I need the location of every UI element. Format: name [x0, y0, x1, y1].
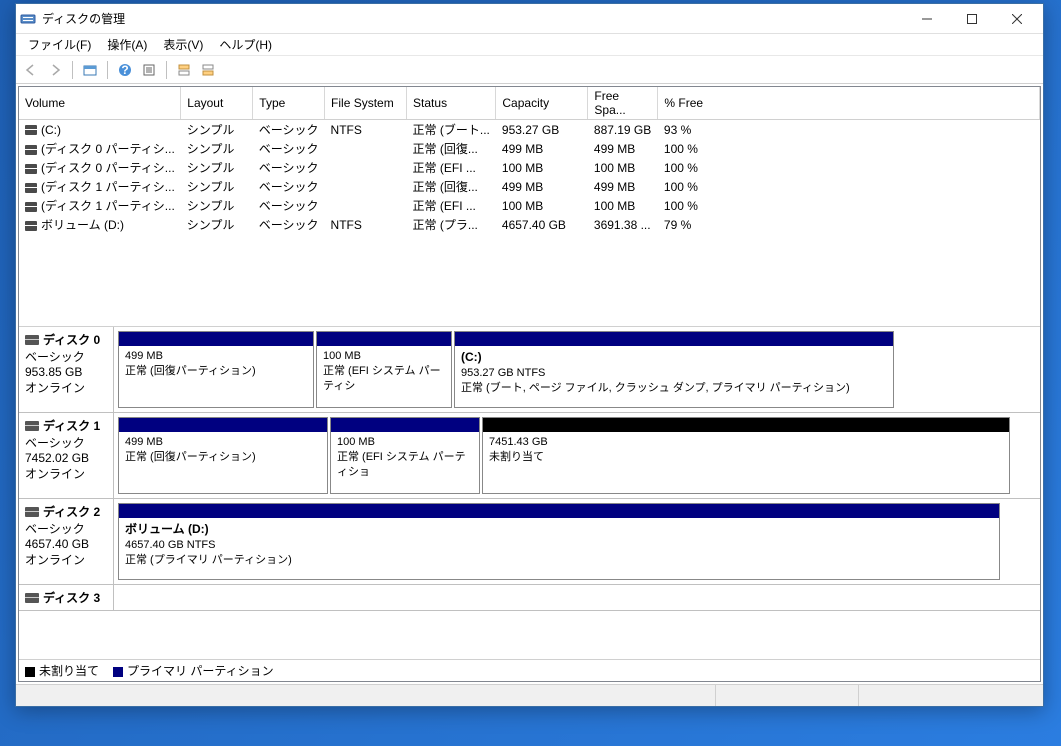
partitions	[114, 585, 1040, 610]
volume-row[interactable]: (ディスク 1 パーティシ...シンプルベーシック正常 (EFI ...100 …	[19, 196, 1040, 215]
volume-row[interactable]: (C:)シンプルベーシックNTFS正常 (ブート...953.27 GB887.…	[19, 120, 1040, 140]
status-cell-2	[719, 685, 859, 706]
settings-button[interactable]	[138, 59, 160, 81]
col-status[interactable]: Status	[407, 87, 496, 120]
partition-body: 100 MB正常 (EFI システム パーティショ	[331, 432, 479, 493]
disk-icon	[25, 335, 39, 345]
menu-view[interactable]: 表示(V)	[155, 34, 211, 55]
partition[interactable]: 499 MB正常 (回復パーティション)	[118, 331, 314, 408]
partition-body: ボリューム (D:)4657.40 GB NTFS正常 (プライマリ パーティシ…	[119, 518, 999, 579]
partition-body: 100 MB正常 (EFI システム パーティシ	[317, 346, 451, 407]
col-type[interactable]: Type	[253, 87, 325, 120]
menu-file[interactable]: ファイル(F)	[20, 34, 99, 55]
view-top-button[interactable]	[173, 59, 195, 81]
disk-row: ディスク 3	[19, 585, 1040, 611]
col-volume[interactable]: Volume	[19, 87, 181, 120]
primary-bar	[119, 332, 313, 346]
legend-primary: プライマリ パーティション	[113, 662, 274, 679]
primary-bar	[119, 504, 999, 518]
unallocated-bar	[483, 418, 1009, 432]
svg-text:?: ?	[121, 63, 128, 77]
volume-table: Volume Layout Type File System Status Ca…	[19, 87, 1040, 234]
help-button[interactable]: ?	[114, 59, 136, 81]
toolbar-separator	[107, 61, 108, 79]
status-cell-1	[16, 685, 716, 706]
minimize-button[interactable]	[904, 5, 949, 33]
toolbar-separator	[72, 61, 73, 79]
volume-row[interactable]: (ディスク 1 パーティシ...シンプルベーシック正常 (回復...499 MB…	[19, 177, 1040, 196]
forward-button	[44, 59, 66, 81]
partition-body: 7451.43 GB未割り当て	[483, 432, 1009, 493]
disk-icon	[25, 421, 39, 431]
content-area: Volume Layout Type File System Status Ca…	[18, 86, 1041, 682]
unallocated-swatch	[25, 667, 35, 677]
window-title: ディスクの管理	[42, 10, 904, 27]
volume-list[interactable]: Volume Layout Type File System Status Ca…	[19, 87, 1040, 327]
col-filesystem[interactable]: File System	[325, 87, 407, 120]
legend: 未割り当て プライマリ パーティション	[19, 659, 1040, 681]
disk-row: ディスク 2ベーシック4657.40 GBオンラインボリューム (D:)4657…	[19, 499, 1040, 585]
window-controls	[904, 5, 1039, 33]
partition[interactable]: (C:)953.27 GB NTFS正常 (ブート, ページ ファイル, クラッ…	[454, 331, 894, 408]
volume-icon	[25, 164, 37, 174]
titlebar[interactable]: ディスクの管理	[16, 4, 1043, 34]
volume-icon	[25, 221, 37, 231]
disk-icon	[25, 507, 39, 517]
view-bottom-button[interactable]	[197, 59, 219, 81]
volume-icon	[25, 202, 37, 212]
volume-row[interactable]: (ディスク 0 パーティシ...シンプルベーシック正常 (回復...499 MB…	[19, 139, 1040, 158]
disk-row: ディスク 0ベーシック953.85 GBオンライン499 MB正常 (回復パーテ…	[19, 327, 1040, 413]
volume-icon	[25, 125, 37, 135]
volume-icon	[25, 183, 37, 193]
disk-info[interactable]: ディスク 1ベーシック7452.02 GBオンライン	[19, 413, 114, 498]
primary-swatch	[113, 667, 123, 677]
volume-icon	[25, 145, 37, 155]
primary-bar	[119, 418, 327, 432]
disk-info[interactable]: ディスク 2ベーシック4657.40 GBオンライン	[19, 499, 114, 584]
disk-row: ディスク 1ベーシック7452.02 GBオンライン499 MB正常 (回復パー…	[19, 413, 1040, 499]
disk-graphical-view[interactable]: ディスク 0ベーシック953.85 GBオンライン499 MB正常 (回復パーテ…	[19, 327, 1040, 659]
legend-unallocated: 未割り当て	[25, 662, 99, 679]
col-layout[interactable]: Layout	[181, 87, 253, 120]
disk-management-window: ディスクの管理 ファイル(F) 操作(A) 表示(V) ヘルプ(H) ? V	[15, 3, 1044, 707]
col-freespace[interactable]: Free Spa...	[588, 87, 658, 120]
partition[interactable]: 499 MB正常 (回復パーティション)	[118, 417, 328, 494]
primary-bar	[317, 332, 451, 346]
partition[interactable]: 100 MB正常 (EFI システム パーティシ	[316, 331, 452, 408]
toolbar-separator	[166, 61, 167, 79]
disk-info[interactable]: ディスク 0ベーシック953.85 GBオンライン	[19, 327, 114, 412]
close-button[interactable]	[994, 5, 1039, 33]
partitions: 499 MB正常 (回復パーティション)100 MB正常 (EFI システム パ…	[114, 327, 1040, 412]
volume-row[interactable]: ボリューム (D:)シンプルベーシックNTFS正常 (プラ...4657.40 …	[19, 215, 1040, 234]
menu-help[interactable]: ヘルプ(H)	[211, 34, 280, 55]
disk-icon	[25, 593, 39, 603]
partition[interactable]: 7451.43 GB未割り当て	[482, 417, 1010, 494]
statusbar	[16, 684, 1043, 706]
menubar: ファイル(F) 操作(A) 表示(V) ヘルプ(H)	[16, 34, 1043, 56]
col-capacity[interactable]: Capacity	[496, 87, 588, 120]
partition-body: (C:)953.27 GB NTFS正常 (ブート, ページ ファイル, クラッ…	[455, 346, 893, 407]
toolbar: ?	[16, 56, 1043, 84]
partition[interactable]: ボリューム (D:)4657.40 GB NTFS正常 (プライマリ パーティシ…	[118, 503, 1000, 580]
refresh-button[interactable]	[79, 59, 101, 81]
partition-body: 499 MB正常 (回復パーティション)	[119, 432, 327, 493]
back-button	[20, 59, 42, 81]
maximize-button[interactable]	[949, 5, 994, 33]
partitions: ボリューム (D:)4657.40 GB NTFS正常 (プライマリ パーティシ…	[114, 499, 1040, 584]
menu-action[interactable]: 操作(A)	[99, 34, 155, 55]
disk-info[interactable]: ディスク 3	[19, 585, 114, 610]
primary-bar	[455, 332, 893, 346]
partitions: 499 MB正常 (回復パーティション)100 MB正常 (EFI システム パ…	[114, 413, 1040, 498]
app-icon	[20, 11, 36, 27]
primary-bar	[331, 418, 479, 432]
partition-body: 499 MB正常 (回復パーティション)	[119, 346, 313, 407]
partition[interactable]: 100 MB正常 (EFI システム パーティショ	[330, 417, 480, 494]
volume-row[interactable]: (ディスク 0 パーティシ...シンプルベーシック正常 (EFI ...100 …	[19, 158, 1040, 177]
col-pctfree[interactable]: % Free	[658, 87, 1040, 120]
